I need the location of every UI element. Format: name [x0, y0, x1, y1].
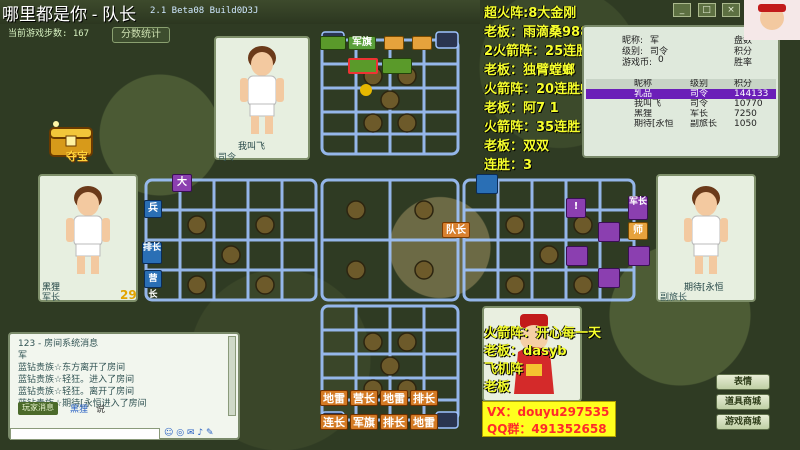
- chat-say-label: 说: [96, 405, 106, 415]
- emoji-button[interactable]: 表情: [716, 374, 770, 390]
- piece-bottom-flag[interactable]: 军旗: [350, 414, 378, 430]
- chat-line: 123 - 房间系统消息: [18, 339, 99, 349]
- player-avatar-icon: [684, 186, 728, 274]
- player-left-level: 29: [120, 288, 137, 302]
- item-shop-button[interactable]: 道具商城: [716, 394, 770, 410]
- piece-right-purple-3[interactable]: [566, 246, 588, 266]
- player-right-rank: 副旅长: [660, 293, 688, 303]
- piece-top-orange-2[interactable]: [412, 36, 432, 50]
- overlay-bottom-4: 老板: [484, 380, 511, 395]
- treasure-label: 夺宝: [66, 150, 88, 163]
- piece-top-green-2[interactable]: [382, 58, 412, 74]
- overlay-line-1: 超火阵:8大金刚: [484, 6, 577, 21]
- overlay-line-7: 火箭阵：35连胜: [484, 120, 581, 135]
- table-row[interactable]: 我叫飞 司令 10770: [586, 99, 776, 109]
- promo-box: VX：douyu297535 QQ群：491352658: [482, 401, 616, 437]
- window-title: 哪里都是你 - 队长: [2, 5, 137, 24]
- piece-right-unknown[interactable]: !: [566, 198, 586, 218]
- piece-bottom-mine-3[interactable]: 地雷: [410, 414, 438, 430]
- piece-left-big[interactable]: 大: [172, 174, 192, 192]
- window-controls: _ □ ×: [670, 2, 740, 17]
- piece-top-selected[interactable]: [348, 58, 378, 74]
- room-panel: 昵称: 军 级别: 司令 游戏币: 0 盘数 积分 胜率 昵称 级别 积分 乳品…: [582, 25, 780, 158]
- room-player-table: 昵称 级别 积分 乳品 司令 144133 我叫飞 司令 10770 黑狸 军长…: [586, 79, 776, 129]
- table-header: 昵称 级别 积分: [586, 79, 776, 89]
- player-right-name: 期待[永恒: [684, 283, 724, 293]
- overlay-line-4: 老板：独臂螳螂: [484, 63, 576, 78]
- game-shop-button[interactable]: 游戏商城: [716, 414, 770, 430]
- room-coins-label: 游戏币:: [622, 58, 653, 68]
- room-winrate-label: 胜率: [734, 58, 753, 68]
- overlay-bottom-3: 飞机阵: [484, 362, 524, 377]
- piece-left-soldier[interactable]: 兵: [144, 200, 162, 218]
- piece-right-purple-4[interactable]: [598, 268, 620, 288]
- piece-right-purple-2[interactable]: [628, 246, 650, 266]
- overlay-line-2: 老板：雨滴桑988: [484, 25, 590, 40]
- chat-panel: 123 - 房间系统消息 军 蓝钻贵族☆东方离开了房间 蓝钻贵族☆轻狂。进入了房…: [8, 332, 240, 440]
- header-level: 级别: [690, 79, 709, 89]
- version-text: 2.1 Beta08 Build0D3J: [150, 6, 259, 16]
- table-row[interactable]: 黑狸 军长 7250: [586, 109, 776, 119]
- overlay-line-8: 老板：双双: [484, 139, 550, 154]
- player-left-rank: 军长: [42, 293, 61, 303]
- promo-vx: VX：douyu297535: [487, 405, 610, 419]
- piece-bottom-company[interactable]: 连长: [320, 414, 348, 430]
- piece-top-flag[interactable]: 军旗: [348, 36, 376, 50]
- piece-center-captain[interactable]: 队长: [442, 222, 470, 238]
- player-frame-right: 期待[永恒 副旅长: [656, 174, 756, 303]
- chat-input[interactable]: [10, 428, 160, 440]
- table-row[interactable]: 乳品 司令 144133: [586, 89, 776, 99]
- piece-right-general[interactable]: 军长: [628, 196, 648, 220]
- overlay-bottom-1: 火箭阵：开心每一天: [484, 326, 602, 341]
- restore-button[interactable]: □: [697, 3, 716, 17]
- close-button[interactable]: ×: [722, 3, 740, 17]
- piece-bottom-platoon-1[interactable]: 排长: [410, 390, 438, 406]
- piece-top-orange-1[interactable]: [384, 36, 404, 50]
- piece-top-green-1[interactable]: [320, 36, 346, 50]
- step-count: 当前游戏步数: 167: [8, 29, 90, 39]
- piece-bottom-battalion[interactable]: 营长: [350, 390, 378, 406]
- piece-left-battalion[interactable]: 营长: [144, 270, 162, 300]
- streamer-avatar-icon: [744, 0, 800, 40]
- piece-bottom-platoon-2[interactable]: 排长: [380, 414, 408, 430]
- minimize-button[interactable]: _: [673, 3, 691, 17]
- overlay-bottom-2: 老板：dasyb: [484, 344, 567, 359]
- chat-scrollbar[interactable]: [228, 336, 236, 416]
- piece-bottom-mine-2[interactable]: 地雷: [380, 390, 408, 406]
- piece-right-purple-1[interactable]: [598, 222, 620, 242]
- promo-qq: QQ群：491352658: [487, 422, 607, 436]
- chat-target-label[interactable]: 黑狸: [70, 402, 88, 415]
- chat-emoji-bar[interactable]: ☺ ◎ ✉ ♪ ✎: [164, 428, 240, 440]
- header-nickname: 昵称: [634, 79, 653, 89]
- player-avatar-icon: [66, 186, 110, 274]
- piece-right-division[interactable]: 师: [628, 222, 648, 240]
- selection-marker-icon: [360, 84, 372, 96]
- table-row[interactable]: 期待[永恒 副旅长 1050: [586, 119, 776, 129]
- piece-left-platoon[interactable]: 排长: [142, 242, 162, 264]
- player-message-button[interactable]: 玩家消息: [18, 402, 58, 415]
- piece-blue-square[interactable]: [476, 174, 498, 194]
- piece-bottom-mine-1[interactable]: 地雷: [320, 390, 348, 406]
- overlay-line-9: 连胜：3: [484, 158, 533, 173]
- overlay-line-6: 老板：阿7 1: [484, 101, 559, 116]
- player-frame-left: 黑狸 军长 29: [38, 174, 138, 303]
- room-coins-value: 0: [658, 55, 664, 65]
- header-score: 积分: [734, 79, 753, 89]
